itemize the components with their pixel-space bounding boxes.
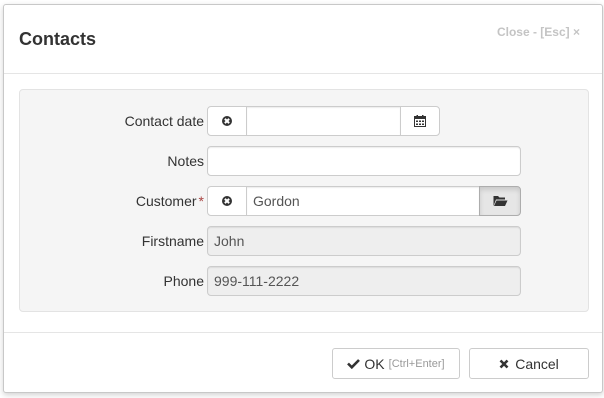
firstname-input [207, 226, 521, 256]
contact-date-label: Contact date [124, 113, 204, 129]
contact-date-row: Contact date [20, 106, 588, 136]
customer-clear-button[interactable] [207, 186, 247, 216]
check-icon [347, 359, 361, 369]
ok-button[interactable]: OK [Ctrl+Enter] [332, 348, 460, 379]
ok-shortcut-hint: [Ctrl+Enter] [388, 357, 445, 370]
notes-label: Notes [167, 153, 204, 169]
calendar-icon [414, 115, 426, 127]
customer-label: Customer * [136, 186, 204, 216]
firstname-control [207, 226, 521, 256]
phone-control [207, 266, 521, 296]
ok-label: OK [364, 355, 385, 372]
cancel-button[interactable]: Cancel [469, 348, 589, 379]
phone-input [207, 266, 521, 296]
times-circle-icon [222, 196, 232, 206]
required-marker: * [198, 193, 204, 209]
contact-date-clear-button[interactable] [207, 106, 247, 136]
close-button[interactable]: Close - [Esc] × [497, 25, 580, 39]
contact-form: Contact date Notes Customer * Gordon Fir… [19, 89, 589, 312]
times-icon [499, 359, 509, 368]
firstname-label: Firstname [141, 233, 204, 249]
notes-input[interactable] [207, 146, 521, 176]
dialog-header: Contacts Close - [Esc] × [4, 5, 602, 74]
customer-control [207, 186, 521, 216]
contact-date-control [207, 106, 521, 136]
phone-label: Phone [163, 273, 204, 289]
customer-browse-button[interactable] [479, 186, 521, 216]
times-circle-icon [222, 116, 232, 126]
customer-label-text: Customer [135, 193, 197, 209]
folder-open-icon [493, 196, 507, 206]
customer-row: Customer * [20, 186, 588, 216]
notes-row: Notes [20, 146, 588, 176]
notes-control [207, 146, 521, 176]
phone-row: Phone [20, 266, 588, 296]
cancel-label: Cancel [515, 355, 559, 372]
contact-date-input[interactable] [246, 106, 401, 136]
contacts-dialog: Contacts Close - [Esc] × Contact date No… [3, 4, 603, 393]
firstname-row: Firstname [20, 226, 588, 256]
dialog-title: Contacts [19, 29, 97, 49]
dialog-footer: OK [Ctrl+Enter] Cancel [4, 332, 602, 392]
customer-input[interactable] [246, 186, 480, 216]
contact-date-calendar-button[interactable] [400, 106, 440, 136]
